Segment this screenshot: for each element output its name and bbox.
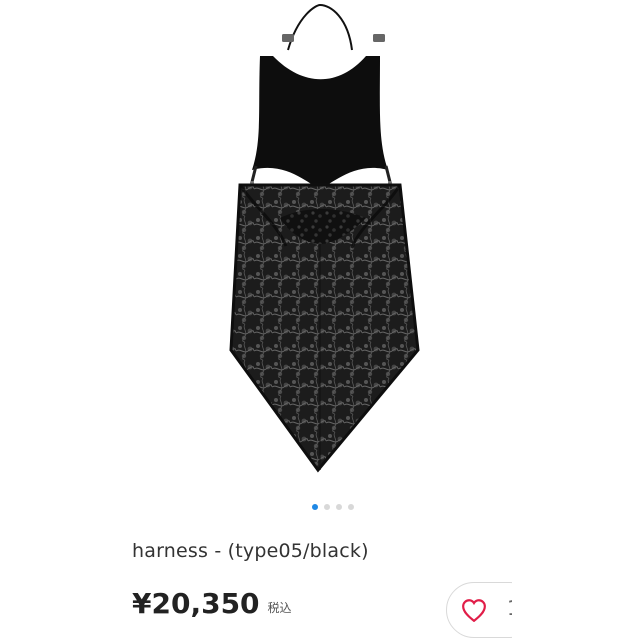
carousel-dot-2[interactable] bbox=[324, 504, 330, 510]
heart-icon bbox=[462, 599, 486, 622]
carousel-dot-3[interactable] bbox=[336, 504, 342, 510]
price-section: ¥20,350 税込 bbox=[132, 590, 292, 618]
product-page: harness - (type05/black) ¥20,350 税込 1 bbox=[0, 0, 640, 640]
tax-label: 税込 bbox=[267, 601, 292, 615]
carousel-dot-1[interactable] bbox=[312, 504, 318, 510]
harness-garment-image bbox=[229, 3, 420, 473]
product-image[interactable] bbox=[128, 0, 512, 490]
product-price: ¥20,350 bbox=[132, 587, 260, 620]
image-carousel-dots[interactable] bbox=[312, 503, 354, 511]
right-edge-cover bbox=[512, 0, 640, 640]
product-title: harness - (type05/black) bbox=[132, 540, 369, 562]
carousel-dot-4[interactable] bbox=[348, 504, 354, 510]
